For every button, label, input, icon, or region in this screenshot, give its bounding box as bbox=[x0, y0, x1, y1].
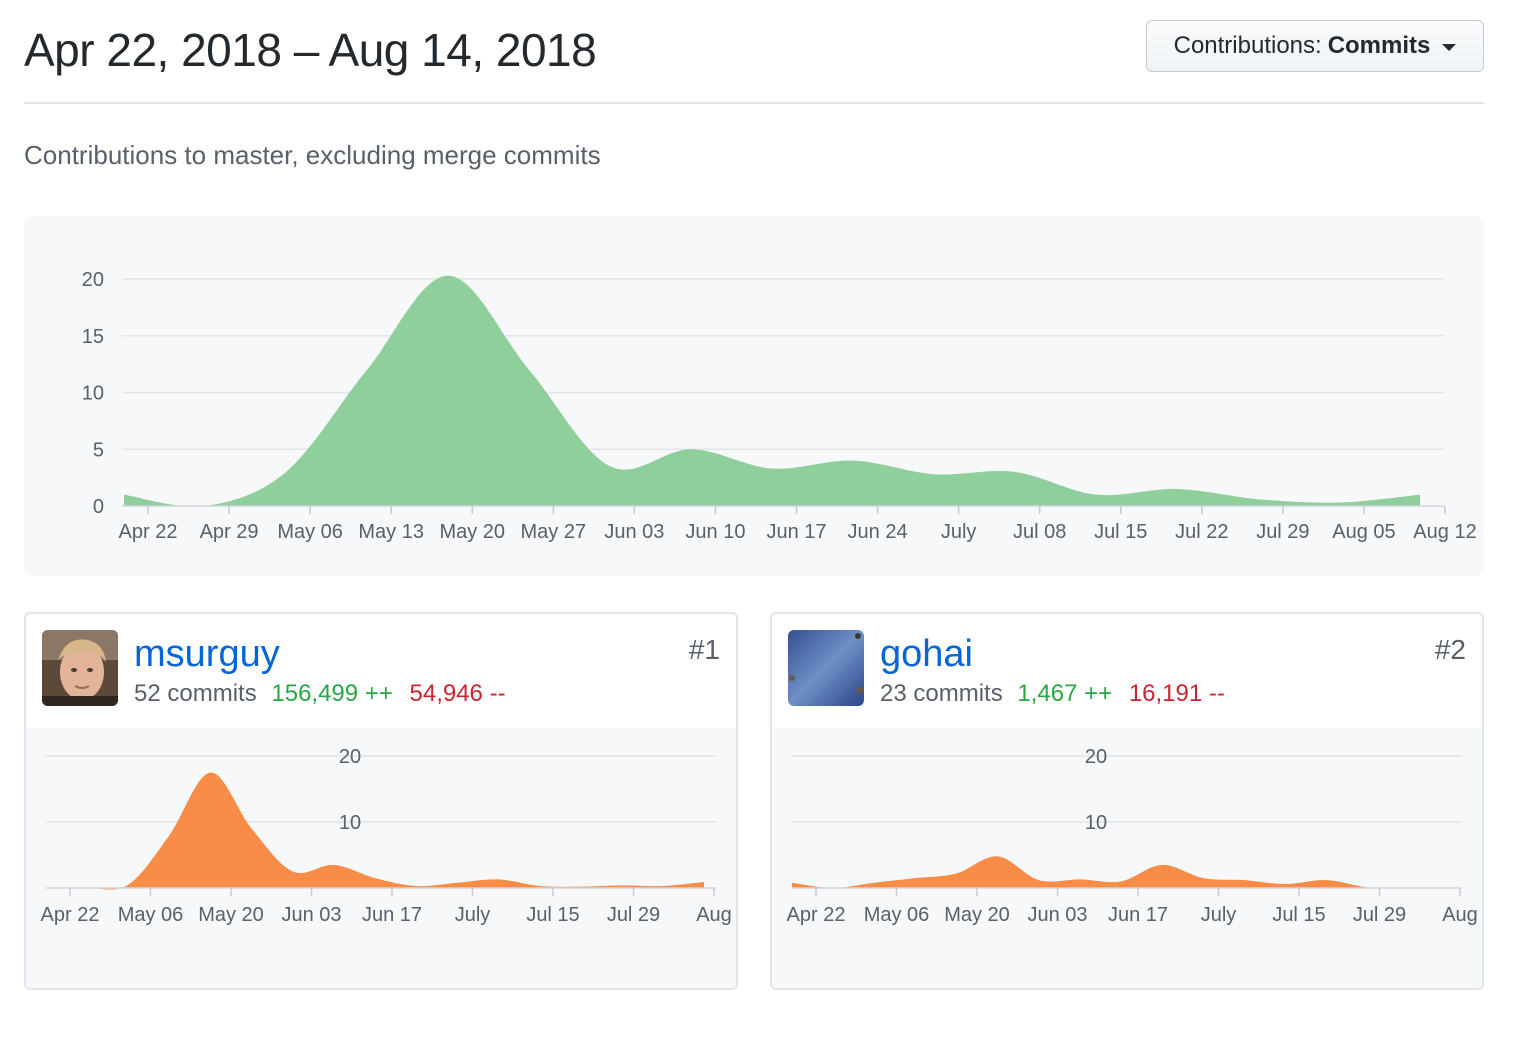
deletions-count: 16,191 -- bbox=[1128, 680, 1225, 707]
chart-subtitle: Contributions to master, excluding merge… bbox=[24, 140, 601, 170]
y-tick-label: 5 bbox=[93, 439, 104, 461]
commit-count: 52 commits bbox=[134, 680, 257, 707]
y-tick-label: 20 bbox=[82, 269, 104, 291]
x-tick-label: Aug 12 bbox=[1413, 521, 1476, 543]
contributions-value: Commits bbox=[1327, 32, 1431, 59]
additions-count: 156,499 ++ bbox=[271, 680, 393, 707]
x-tick-label: May 20 bbox=[439, 521, 505, 543]
x-tick-label: Jul 29 bbox=[1353, 904, 1406, 926]
contributor-rank: #1 bbox=[688, 634, 720, 665]
contributor-username-link[interactable]: gohai bbox=[880, 632, 973, 676]
x-tick-label: Jun 17 bbox=[362, 904, 422, 926]
x-tick-label: Aug bbox=[696, 904, 732, 926]
series-area bbox=[124, 275, 1420, 507]
contributions-label: Contributions: bbox=[1173, 32, 1322, 59]
y-tick-label: 10 bbox=[339, 812, 361, 834]
avatar[interactable] bbox=[42, 630, 118, 706]
x-tick-label: Jun 03 bbox=[604, 521, 664, 543]
commits-chart-svg: 0 5 10 15 20 Apr 22 Apr 29 May 06 May 13 May 20 Ma… bbox=[82, 269, 1477, 543]
x-tick-label: May 13 bbox=[358, 521, 424, 543]
series-area bbox=[792, 856, 1450, 889]
x-tick-label: Apr 29 bbox=[200, 521, 259, 543]
page-header: Apr 22, 2018 – Aug 14, 2018 Contribution… bbox=[24, 20, 1484, 104]
x-tick-label: Jul 15 bbox=[526, 904, 579, 926]
x-tick-label: Apr 22 bbox=[787, 904, 846, 926]
x-tick-label: Jun 10 bbox=[685, 521, 745, 543]
commits-over-time-chart: 0 5 10 15 20 Apr 22 Apr 29 May 06 May 13 May 20 Ma… bbox=[24, 216, 1484, 576]
x-tick-label: July bbox=[455, 904, 491, 926]
x-tick-label: Aug bbox=[1442, 904, 1478, 926]
contributor-stats: 23 commits 1,467 ++ 16,191 -- bbox=[880, 680, 1225, 708]
contributor-card-header: msurguy 52 commits 156,499 ++ 54,946 -- … bbox=[26, 614, 736, 730]
series-area bbox=[46, 772, 704, 890]
y-tick-label: 0 bbox=[93, 496, 104, 518]
x-tick-label: Jun 03 bbox=[1027, 904, 1087, 926]
x-tick-label: Jul 29 bbox=[607, 904, 660, 926]
y-tick-label: 10 bbox=[82, 383, 104, 405]
x-tick-label: Jun 24 bbox=[848, 521, 908, 543]
deletions-count: 54,946 -- bbox=[409, 680, 506, 707]
contributor-card-header: gohai 23 commits 1,467 ++ 16,191 -- #2 bbox=[772, 614, 1482, 730]
x-tick-label: July bbox=[1201, 904, 1237, 926]
x-tick-label: Jul 29 bbox=[1256, 521, 1309, 543]
y-tick-label: 15 bbox=[82, 326, 104, 348]
x-tick-label: May 06 bbox=[118, 904, 184, 926]
x-tick-label: Jun 17 bbox=[1108, 904, 1168, 926]
x-tick-label: Jul 15 bbox=[1272, 904, 1325, 926]
y-tick-label: 20 bbox=[1085, 746, 1107, 768]
y-tick-label: 20 bbox=[339, 746, 361, 768]
caret-down-icon bbox=[1442, 43, 1457, 51]
x-tick-label: May 27 bbox=[521, 521, 587, 543]
x-tick-label: Jun 03 bbox=[281, 904, 341, 926]
y-tick-label: 10 bbox=[1085, 812, 1107, 834]
x-tick-label: July bbox=[941, 521, 977, 543]
contributor-commits-chart: 10 20 Apr 22 May 06 May 20 Jun 03 Jun 17 July Ju… bbox=[26, 728, 736, 988]
additions-count: 1,467 ++ bbox=[1017, 680, 1113, 707]
x-tick-label: Jul 08 bbox=[1013, 521, 1066, 543]
x-tick-label: May 20 bbox=[198, 904, 264, 926]
contributions-type-dropdown[interactable]: Contributions: Commits bbox=[1146, 20, 1484, 72]
x-tick-label: Apr 22 bbox=[119, 521, 178, 543]
x-tick-label: May 20 bbox=[944, 904, 1010, 926]
contributor-rank: #2 bbox=[1434, 634, 1466, 665]
contributor-commits-chart: 10 20 Apr 22 May 06 May 20 Jun 03 Jun 17 July Ju… bbox=[772, 728, 1482, 988]
commit-count: 23 commits bbox=[880, 680, 1003, 707]
x-tick-label: Aug 05 bbox=[1332, 521, 1395, 543]
contributor-username-link[interactable]: msurguy bbox=[134, 632, 280, 676]
contributor-chart-svg: 10 20 Apr 22 May 06 May 20 Jun 03 Jun 17 July Ju… bbox=[787, 746, 1478, 926]
contributor-card: gohai 23 commits 1,467 ++ 16,191 -- #2 1… bbox=[770, 612, 1484, 990]
x-tick-label: Apr 22 bbox=[41, 904, 100, 926]
contributor-stats: 52 commits 156,499 ++ 54,946 -- bbox=[134, 680, 506, 708]
avatar[interactable] bbox=[788, 630, 864, 706]
x-tick-label: May 06 bbox=[277, 521, 343, 543]
x-tick-label: May 06 bbox=[864, 904, 930, 926]
x-tick-label: Jul 15 bbox=[1094, 521, 1147, 543]
x-tick-label: Jun 17 bbox=[766, 521, 826, 543]
x-tick-label: Jul 22 bbox=[1175, 521, 1228, 543]
contributor-card: msurguy 52 commits 156,499 ++ 54,946 -- … bbox=[24, 612, 738, 990]
contributor-chart-svg: 10 20 Apr 22 May 06 May 20 Jun 03 Jun 17 July Ju… bbox=[41, 746, 732, 926]
date-range-title: Apr 22, 2018 – Aug 14, 2018 bbox=[24, 24, 597, 76]
